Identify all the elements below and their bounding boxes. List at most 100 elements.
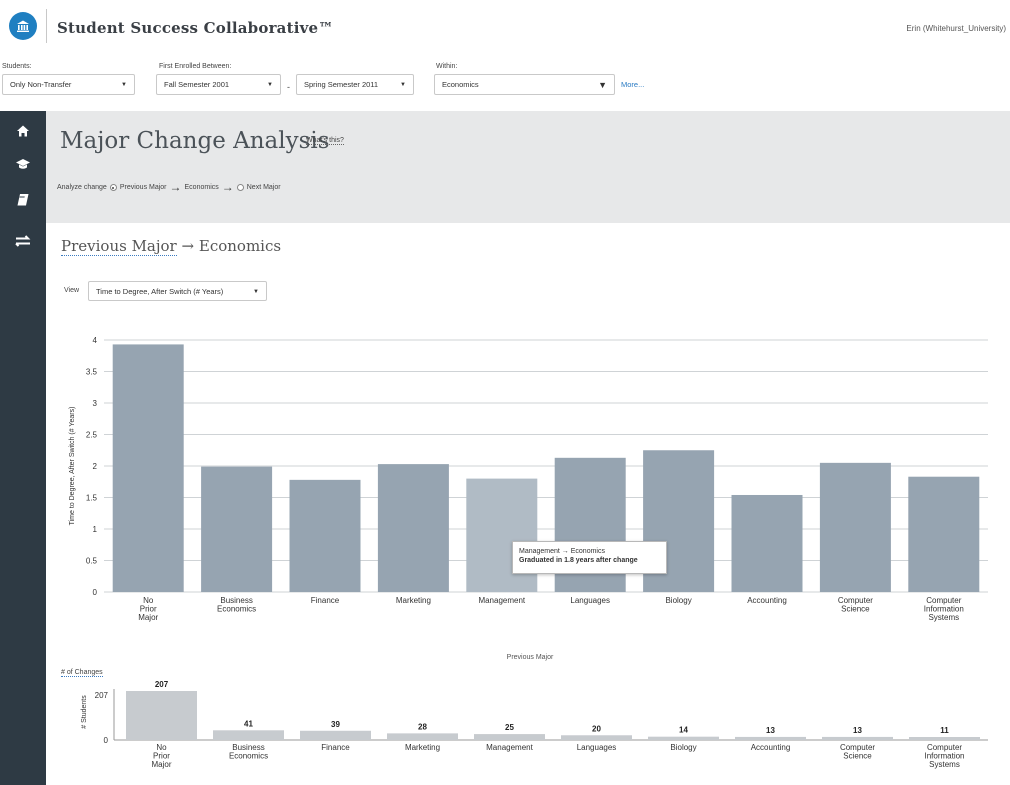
- count-bar[interactable]: [387, 733, 458, 740]
- start-term-dropdown[interactable]: Fall Semester 2001 ▼: [156, 74, 281, 95]
- next-major-option-label: Next Major: [246, 184, 281, 191]
- within-major-dropdown[interactable]: Economics ▼: [434, 74, 615, 95]
- previous-major-heading-link[interactable]: Previous Major: [61, 237, 177, 256]
- sidebar-nav: [0, 111, 46, 785]
- count-value-label: 41: [244, 719, 253, 728]
- count-value-label: 13: [853, 726, 862, 735]
- students-dropdown-value: Only Non-Transfer: [10, 80, 72, 89]
- end-term-dropdown[interactable]: Spring Semester 2011 ▼: [296, 74, 414, 95]
- x-tick-label: Economics: [229, 752, 268, 761]
- bar[interactable]: [201, 466, 273, 592]
- y-tick-label: 4: [93, 336, 98, 345]
- count-bar[interactable]: [648, 736, 719, 740]
- y-tick-label: 0: [104, 736, 109, 745]
- x-tick-label: No: [156, 743, 167, 752]
- logo-divider: [46, 9, 47, 43]
- current-major-label: Economics: [184, 184, 219, 191]
- y-tick-label: 3: [93, 399, 98, 408]
- enrolled-filter-label: First Enrolled Between:: [159, 63, 232, 70]
- next-major-radio[interactable]: [236, 184, 244, 191]
- count-bar[interactable]: [213, 730, 284, 740]
- previous-major-option-label: Previous Major: [119, 184, 167, 191]
- analyze-change-options: Analyze change Previous Major → Economic…: [57, 180, 281, 194]
- tooltip-detail: Graduated in 1.8 years after change: [519, 557, 638, 564]
- count-bar[interactable]: [909, 737, 980, 740]
- y-tick-label: 0: [93, 588, 98, 597]
- x-tick-label: Science: [843, 752, 872, 761]
- bar[interactable]: [908, 476, 980, 592]
- previous-major-radio[interactable]: [109, 184, 117, 191]
- user-menu[interactable]: Erin (Whitehurst_University): [906, 24, 1006, 33]
- bar[interactable]: [466, 478, 538, 592]
- count-value-label: 207: [155, 680, 169, 689]
- x-tick-label: Science: [841, 605, 870, 614]
- count-bar[interactable]: [822, 736, 893, 740]
- x-tick-label: Finance: [311, 596, 340, 605]
- x-tick-label: Accounting: [751, 743, 791, 752]
- top-header: Student Success Collaborative™ Erin (Whi…: [0, 0, 1010, 52]
- count-bar[interactable]: [300, 730, 371, 740]
- x-tick-label: Major: [138, 613, 158, 622]
- caret-down-icon: ▼: [121, 82, 127, 88]
- app-title: Student Success Collaborative™: [57, 19, 334, 37]
- bar[interactable]: [289, 479, 361, 592]
- view-metric-value: Time to Degree, After Switch (# Years): [96, 286, 224, 296]
- bar[interactable]: [731, 494, 803, 592]
- whats-this-link[interactable]: What's this?: [306, 137, 344, 145]
- count-value-label: 28: [418, 722, 427, 731]
- university-logo-icon[interactable]: [9, 12, 37, 40]
- y-axis-label: Time to Degree, After Switch (# Years): [69, 407, 76, 526]
- x-tick-label: Systems: [928, 613, 959, 622]
- x-tick-label: No: [143, 596, 154, 605]
- x-tick-label: Accounting: [747, 596, 787, 605]
- caret-down-icon: ▼: [598, 80, 607, 90]
- y-tick-label: 2.5: [86, 431, 98, 440]
- x-tick-label: Computer: [927, 743, 962, 752]
- book-icon[interactable]: [0, 188, 46, 212]
- x-tick-label: Marketing: [405, 743, 440, 752]
- students-dropdown[interactable]: Only Non-Transfer ▼: [2, 74, 135, 95]
- x-tick-label: Major: [151, 760, 171, 769]
- x-tick-label: Biology: [665, 596, 691, 605]
- tooltip-title: Management → Economics: [519, 548, 605, 555]
- graduation-cap-icon[interactable]: [0, 152, 46, 176]
- count-value-label: 20: [592, 724, 601, 733]
- within-major-value: Economics: [442, 80, 479, 89]
- count-bar[interactable]: [735, 736, 806, 740]
- right-arrow-icon: →: [169, 180, 182, 194]
- x-tick-label: Information: [924, 752, 964, 761]
- count-bar[interactable]: [561, 735, 632, 740]
- right-arrow-icon: →: [181, 237, 195, 255]
- bar[interactable]: [819, 462, 891, 592]
- page-title: Major Change Analysis: [60, 128, 330, 154]
- within-filter-label: Within:: [436, 63, 458, 70]
- x-tick-label: Languages: [570, 596, 610, 605]
- x-tick-label: Business: [232, 743, 264, 752]
- y-axis-label: # Students: [81, 695, 88, 729]
- swap-arrows-icon[interactable]: [0, 229, 46, 253]
- view-label: View: [64, 287, 80, 294]
- view-metric-dropdown[interactable]: Time to Degree, After Switch (# Years) ▼: [88, 281, 267, 301]
- count-bar[interactable]: [126, 691, 197, 740]
- count-bar[interactable]: [474, 734, 545, 740]
- x-tick-label: Economics: [217, 605, 256, 614]
- count-value-label: 25: [505, 723, 514, 732]
- y-tick-label: 2: [93, 462, 98, 471]
- x-tick-label: Computer: [840, 743, 875, 752]
- y-tick-label: 0.5: [86, 557, 98, 566]
- x-tick-label: Biology: [670, 743, 696, 752]
- home-icon[interactable]: [0, 119, 46, 143]
- caret-down-icon: ▼: [267, 82, 273, 88]
- more-filters-link[interactable]: More...: [621, 80, 644, 89]
- y-tick-label: 1.5: [86, 494, 98, 503]
- x-tick-label: Management: [486, 743, 533, 752]
- section-major-label: Economics: [198, 237, 282, 255]
- count-value-label: 14: [679, 726, 688, 735]
- count-value-label: 13: [766, 726, 775, 735]
- x-tick-label: Prior: [140, 605, 157, 614]
- bar[interactable]: [377, 464, 449, 592]
- caret-down-icon: ▼: [400, 82, 406, 88]
- previous-major-axis-title: Previous Major: [506, 654, 554, 661]
- bar[interactable]: [112, 344, 184, 592]
- analyze-change-label: Analyze change: [57, 184, 107, 191]
